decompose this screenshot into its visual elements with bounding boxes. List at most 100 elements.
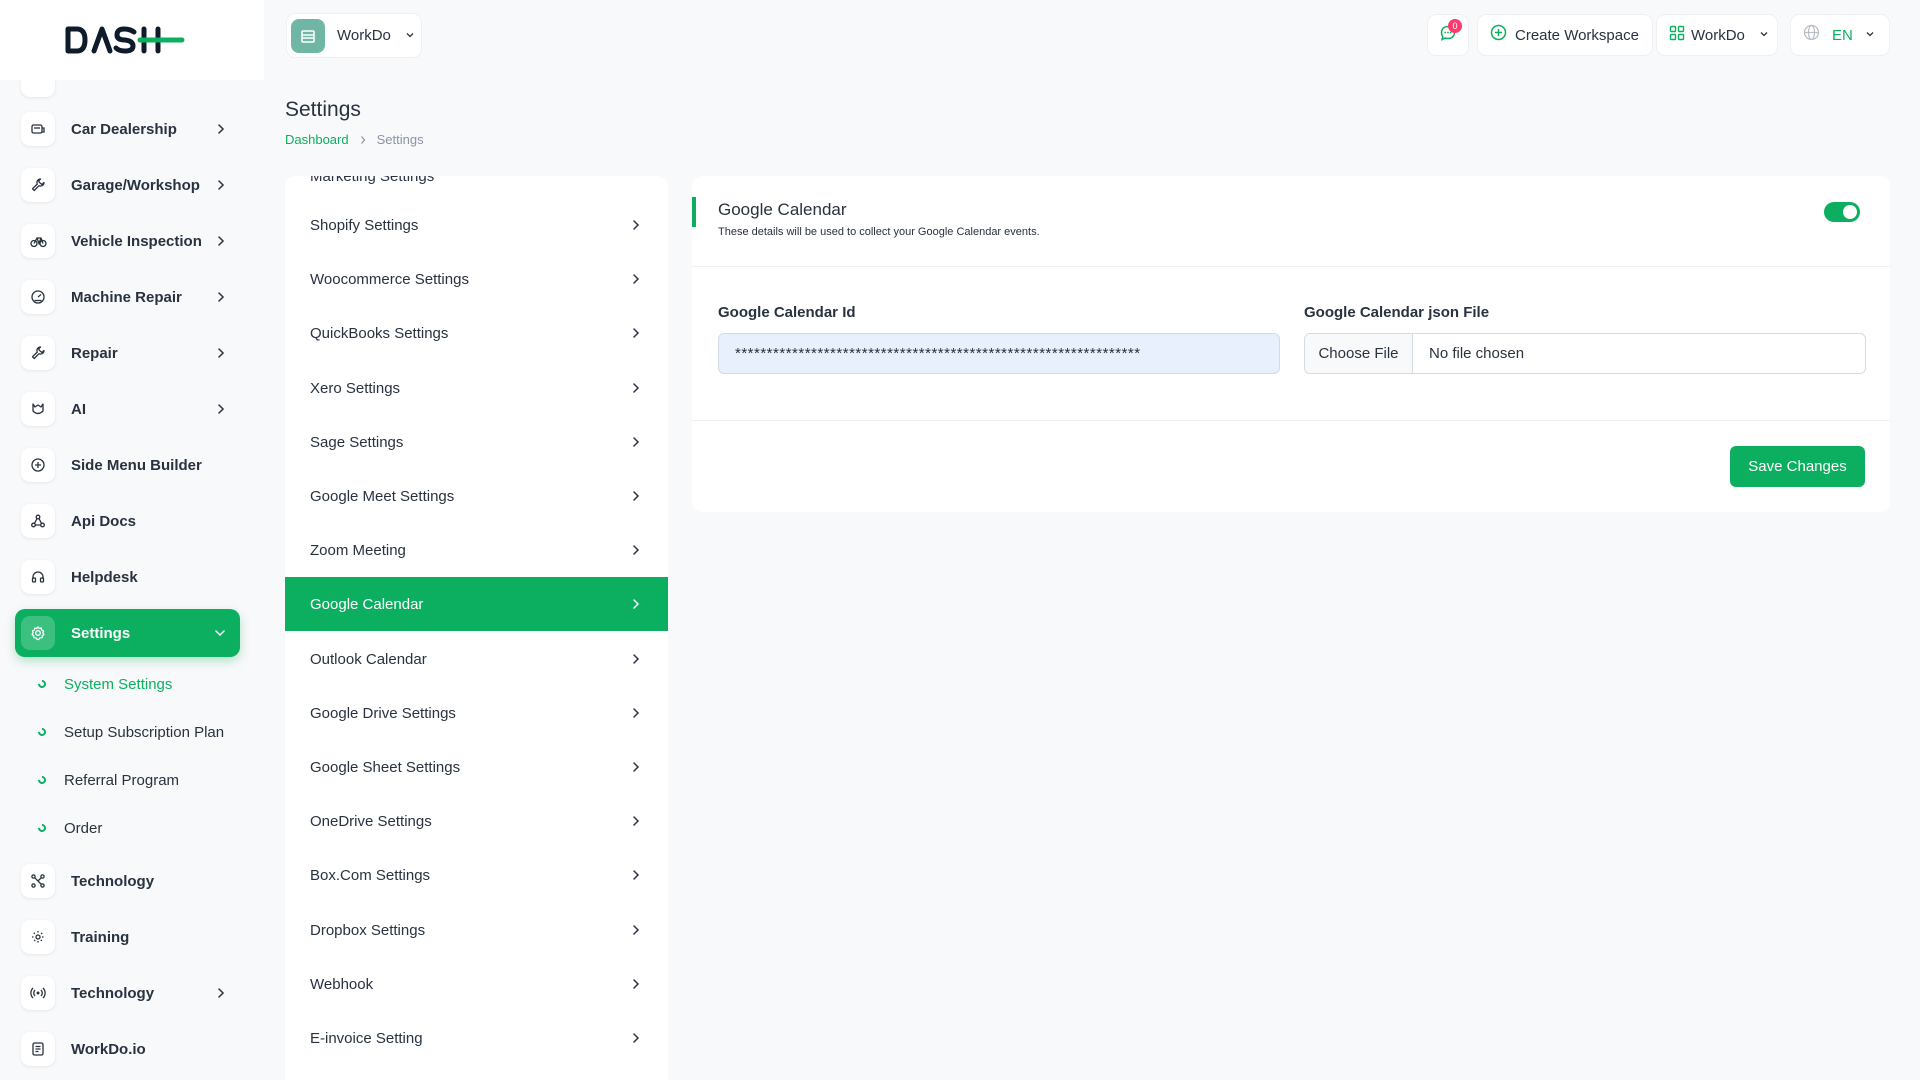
settings-nav-item-11[interactable]: OneDrive Settings — [285, 794, 668, 848]
notifications-button[interactable]: 0 — [1428, 15, 1468, 55]
sidebar-item-label: Settings — [71, 624, 131, 642]
sidebar-item-5[interactable]: AI — [15, 385, 240, 433]
settings-nav-label: E-invoice Setting — [310, 1029, 423, 1047]
settings-nav-item-6[interactable]: Zoom Meeting — [285, 523, 668, 577]
sidebar-item-8[interactable]: Helpdesk — [15, 553, 240, 601]
gear-icon — [21, 616, 55, 650]
language-selector[interactable]: EN — [1791, 15, 1889, 55]
chevron-right-icon — [631, 707, 641, 719]
settings-nav-item-10[interactable]: Google Sheet Settings — [285, 740, 668, 794]
card-divider — [692, 420, 1890, 421]
sidebar-item-6[interactable]: Side Menu Builder — [15, 441, 240, 489]
card-title: Google Calendar — [718, 200, 847, 219]
chevron-right-icon — [631, 761, 641, 773]
calendar-id-label: Google Calendar Id — [718, 304, 856, 321]
settings-nav-item-partial[interactable]: Marketing Settings — [310, 176, 434, 185]
chevron-right-icon — [216, 347, 226, 359]
gauge-icon — [21, 280, 55, 314]
settings-nav-label: Google Meet Settings — [310, 487, 455, 505]
google-calendar-toggle[interactable] — [1824, 202, 1860, 222]
building-icon — [291, 18, 325, 53]
breadcrumb-dashboard-link[interactable]: Dashboard — [285, 132, 349, 147]
notification-count-badge: 0 — [1448, 19, 1462, 33]
chevron-right-icon — [216, 235, 226, 247]
chevron-right-icon — [631, 436, 641, 448]
chevron-right-icon — [631, 598, 641, 610]
settings-nav-item-8[interactable]: Outlook Calendar — [285, 632, 668, 686]
settings-nav-label: Dropbox Settings — [310, 921, 426, 939]
globe-icon — [1803, 24, 1820, 46]
settings-nav-item-0[interactable]: Shopify Settings — [285, 198, 668, 252]
settings-nav-item-2[interactable]: QuickBooks Settings — [285, 306, 668, 360]
settings-nav-item-13[interactable]: Dropbox Settings — [285, 903, 668, 957]
broadcast-icon — [21, 976, 55, 1010]
submenu-label: Order — [64, 819, 103, 837]
sidebar: Car Dealership Garage/Workshop Vehicle I… — [0, 0, 264, 1080]
sidebar-item-4[interactable]: Repair — [15, 329, 240, 377]
settings-submenu-item-1[interactable]: Setup Subscription Plan — [36, 719, 224, 745]
card-subtitle: These details will be used to collect yo… — [718, 226, 1040, 238]
workspace-menu-label: WorkDo — [1691, 26, 1745, 44]
wrench-icon — [21, 336, 55, 370]
settings-nav-label: Google Sheet Settings — [310, 758, 461, 776]
calendar-id-input[interactable] — [718, 333, 1280, 374]
bullet-icon — [36, 678, 48, 690]
chevron-down-icon — [214, 628, 226, 638]
sidebar-item-7[interactable]: Api Docs — [15, 497, 240, 545]
settings-submenu-item-0[interactable]: System Settings — [36, 671, 172, 697]
settings-nav-item-3[interactable]: Xero Settings — [285, 361, 668, 415]
settings-nav-item-7[interactable]: Google Calendar — [285, 577, 668, 631]
sidebar-item-after-0[interactable]: Technology — [15, 857, 240, 905]
sidebar-item-label: Vehicle Inspection — [71, 232, 202, 250]
bullet-icon — [36, 726, 48, 738]
choose-file-button[interactable]: Choose File — [1305, 334, 1413, 373]
settings-nav-item-12[interactable]: Box.Com Settings — [285, 848, 668, 902]
sidebar-item-1[interactable]: Garage/Workshop — [15, 161, 240, 209]
settings-nav-label: Sage Settings — [310, 433, 404, 451]
brand-logo[interactable] — [0, 0, 264, 80]
settings-nav-label: OneDrive Settings — [310, 812, 432, 830]
chevron-right-icon — [631, 815, 641, 827]
workspace-menu-button[interactable]: WorkDo — [1657, 15, 1777, 55]
sidebar-item-2[interactable]: Vehicle Inspection — [15, 217, 240, 265]
sidebar-item-3[interactable]: Machine Repair — [15, 273, 240, 321]
settings-nav-item-4[interactable]: Sage Settings — [285, 415, 668, 469]
sidebar-item-label: Helpdesk — [71, 568, 138, 586]
chevron-right-icon — [359, 135, 367, 145]
create-workspace-button[interactable]: Create Workspace — [1478, 15, 1652, 55]
breadcrumb-current: Settings — [376, 132, 424, 147]
settings-nav-item-5[interactable]: Google Meet Settings — [285, 469, 668, 523]
sidebar-item-0[interactable]: Car Dealership — [15, 105, 240, 153]
plus-circle-icon — [1490, 24, 1507, 46]
chevron-right-icon — [216, 123, 226, 135]
settings-nav-list: Marketing Settings Shopify Settings Wooc… — [285, 176, 668, 1080]
chevron-right-icon — [216, 291, 226, 303]
document-icon — [21, 1032, 55, 1066]
chevron-right-icon — [631, 869, 641, 881]
sidebar-item-9[interactable]: Settings — [15, 609, 240, 657]
chevron-down-icon — [1865, 26, 1875, 44]
file-status-text: No file chosen — [1429, 345, 1525, 362]
settings-nav-label: Google Calendar — [310, 595, 424, 613]
settings-nav-label: Google Drive Settings — [310, 704, 456, 722]
settings-nav-item-15[interactable]: E-invoice Setting — [285, 1011, 668, 1065]
save-changes-button[interactable]: Save Changes — [1730, 446, 1865, 487]
wrench-icon — [21, 168, 55, 202]
sidebar-item-after-3[interactable]: WorkDo.io — [15, 1025, 240, 1073]
sidebar-item-label: Side Menu Builder — [71, 456, 202, 474]
settings-nav-item-9[interactable]: Google Drive Settings — [285, 686, 668, 740]
settings-nav-label: Zoom Meeting — [310, 541, 406, 559]
settings-nav-item-1[interactable]: Woocommerce Settings — [285, 252, 668, 306]
settings-nav-item-14[interactable]: Webhook — [285, 957, 668, 1011]
sidebar-item-label: Repair — [71, 344, 118, 362]
json-file-input[interactable]: Choose File No file chosen — [1304, 333, 1866, 374]
api-icon — [21, 504, 55, 538]
language-label: EN — [1832, 26, 1853, 44]
settings-submenu-item-2[interactable]: Referral Program — [36, 767, 179, 793]
sidebar-item-after-1[interactable]: Training — [15, 913, 240, 961]
workspace-switcher[interactable]: WorkDo — [287, 14, 421, 57]
json-file-label: Google Calendar json File — [1304, 304, 1490, 321]
sidebar-item-after-2[interactable]: Technology — [15, 969, 240, 1017]
chevron-right-icon — [631, 978, 641, 990]
settings-submenu-item-3[interactable]: Order — [36, 815, 103, 841]
